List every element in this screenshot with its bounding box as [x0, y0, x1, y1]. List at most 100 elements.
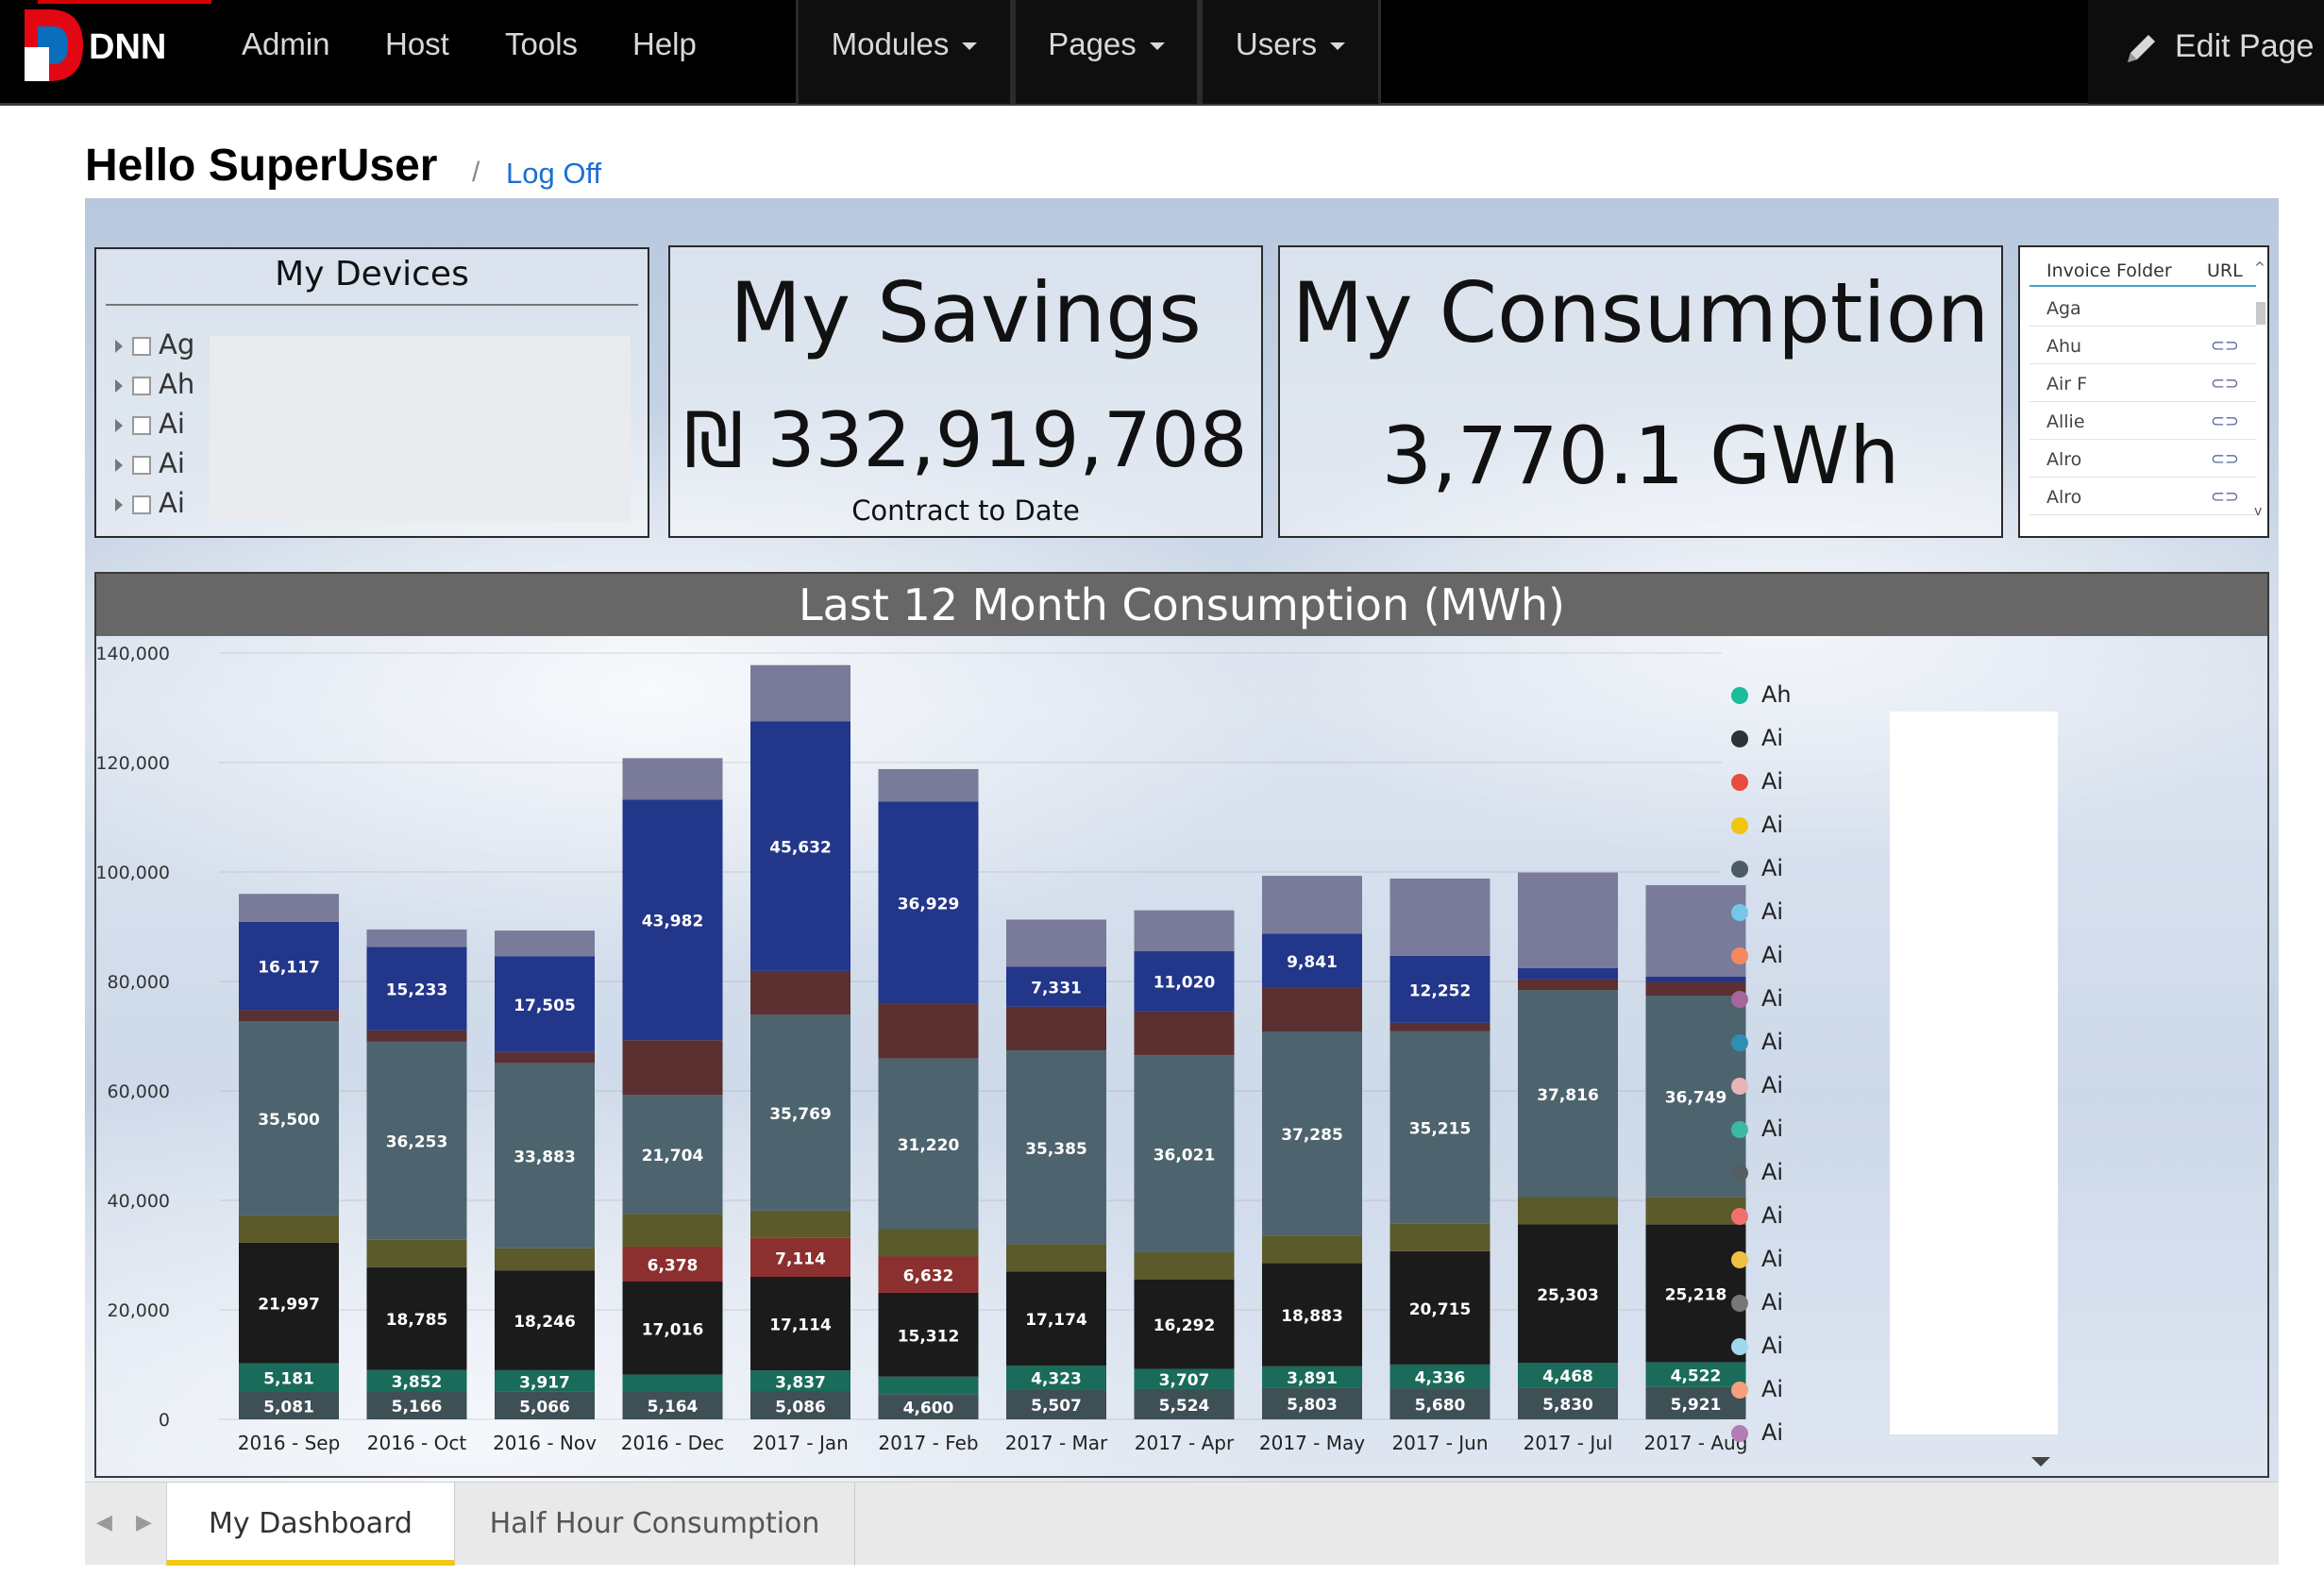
bar-data-label: 5,680 [1415, 1397, 1466, 1416]
link-icon[interactable]: ⊂⊃ [2211, 487, 2239, 507]
legend-item[interactable]: Ai [1731, 855, 1783, 883]
tab-my-dashboard[interactable]: My Dashboard [166, 1483, 455, 1566]
legend-item[interactable]: Ai [1731, 1202, 1783, 1231]
bar-segment [750, 1210, 850, 1238]
bar-segment-other [622, 758, 723, 800]
device-checkbox[interactable] [132, 416, 151, 435]
expand-icon[interactable] [115, 498, 123, 511]
tab-prev-icon[interactable]: ◀ [96, 1511, 112, 1534]
nav-admin[interactable]: Admin [242, 26, 330, 62]
tab-next-icon[interactable]: ▶ [136, 1511, 152, 1534]
savings-card: My Savings ₪ 332,919,708 Contract to Dat… [668, 245, 1263, 538]
link-icon[interactable]: ⊂⊃ [2211, 411, 2239, 431]
invoice-row[interactable]: Allie ⊂⊃ [2029, 402, 2256, 440]
device-checkbox[interactable] [132, 337, 151, 356]
menu-pages-label: Pages [1048, 26, 1137, 61]
invoice-url-header[interactable]: URL [2207, 260, 2243, 281]
bar-data-label: 36,253 [386, 1133, 448, 1152]
scroll-up-icon[interactable]: ^ [2254, 260, 2265, 276]
legend-item[interactable]: Ai [1731, 768, 1783, 796]
invoice-scrollbar[interactable]: ^ v [2254, 260, 2265, 525]
legend-item[interactable]: Ai [1731, 1115, 1783, 1144]
log-off-link[interactable]: Log Off [506, 157, 601, 191]
link-icon[interactable]: ⊂⊃ [2211, 336, 2239, 356]
legend-item[interactable]: Ai [1731, 1419, 1783, 1448]
legend-item[interactable]: Ai [1731, 985, 1783, 1014]
page-tab-bar: ◀ ▶ My Dashboard Half Hour Consumption [85, 1482, 2279, 1566]
device-row[interactable]: Ag [115, 328, 194, 366]
bar-segment [1389, 1022, 1490, 1031]
nav-host[interactable]: Host [385, 26, 449, 62]
bar-segment-other [1389, 878, 1490, 956]
legend-item[interactable]: Ai [1731, 1072, 1783, 1100]
legend-item[interactable]: Ai [1731, 725, 1783, 753]
legend-item[interactable]: Ai [1731, 1376, 1783, 1404]
legend-label: Ai [1761, 1333, 1784, 1359]
legend-label: Ai [1761, 1159, 1784, 1185]
bar-data-label: 25,303 [1537, 1286, 1599, 1305]
invoice-row[interactable]: Aga [2029, 289, 2256, 327]
menu-modules[interactable]: Modules [796, 0, 1013, 104]
invoice-folder-header[interactable]: Invoice Folder [2046, 260, 2172, 281]
device-checkbox[interactable] [132, 377, 151, 395]
x-tick-label: 2016 - Sep [238, 1432, 341, 1454]
legend-label: Ai [1761, 1376, 1784, 1402]
bar-data-label: 9,841 [1287, 953, 1338, 972]
device-checkbox[interactable] [132, 456, 151, 475]
legend-item[interactable]: Ai [1731, 942, 1783, 970]
legend-scroll-down-icon[interactable] [2031, 1457, 2050, 1467]
invoice-row[interactable]: Alro ⊂⊃ [2029, 478, 2256, 515]
device-row[interactable]: Ah [115, 368, 194, 406]
invoice-row[interactable]: Air F ⊂⊃ [2029, 364, 2256, 402]
bar-data-label: 18,246 [514, 1313, 576, 1332]
bar-segment-other [495, 931, 595, 957]
edit-page-button[interactable]: Edit Page [2088, 0, 2324, 104]
devices-card: My Devices Ag Ah Ai Ai Ai [94, 247, 649, 538]
legend-item[interactable]: Ai [1731, 1289, 1783, 1317]
legend-item[interactable]: Ai [1731, 1246, 1783, 1274]
y-tick-label: 80,000 [108, 972, 170, 993]
expand-icon[interactable] [115, 379, 123, 393]
menu-users[interactable]: Users [1200, 0, 1381, 104]
legend-item[interactable]: Ai [1731, 1029, 1783, 1057]
device-row[interactable]: Ai [115, 408, 185, 445]
bar-segment [1006, 1244, 1106, 1272]
chart-body: 0 20,000 40,000 60,000 80,000 100,000 120,000 1… [96, 636, 2267, 1476]
x-tick-label: 2016 - Dec [621, 1432, 725, 1454]
legend-item[interactable]: Ai [1731, 1333, 1783, 1361]
bar-data-label: 36,749 [1665, 1089, 1727, 1108]
legend-item[interactable]: Ai [1731, 1159, 1783, 1187]
nav-tools[interactable]: Tools [505, 26, 578, 62]
menu-pages[interactable]: Pages [1013, 0, 1200, 104]
expand-icon[interactable] [115, 459, 123, 472]
nav-help[interactable]: Help [632, 26, 697, 62]
device-row[interactable]: Ai [115, 447, 185, 485]
legend-item[interactable]: Ai [1731, 898, 1783, 927]
device-row[interactable]: Ai [115, 487, 185, 525]
legend-item[interactable]: Ai [1731, 812, 1783, 840]
bar-data-label: 5,086 [775, 1398, 826, 1417]
invoice-folder-cell: Alro [2046, 487, 2082, 508]
scroll-down-icon[interactable]: v [2254, 504, 2262, 519]
legend-item[interactable]: Ah [1731, 681, 1792, 710]
y-tick-label: 20,000 [108, 1300, 170, 1321]
y-tick-label: 40,000 [108, 1191, 170, 1212]
device-checkbox[interactable] [132, 495, 151, 514]
legend-scroll-area[interactable] [1890, 712, 2058, 1434]
expand-icon[interactable] [115, 340, 123, 353]
tab-half-hour-consumption[interactable]: Half Hour Consumption [455, 1483, 855, 1566]
legend-dot-icon [1731, 1078, 1748, 1095]
bar-data-label: 17,505 [514, 997, 576, 1015]
device-label: Ai [159, 408, 185, 440]
link-icon[interactable]: ⊂⊃ [2211, 374, 2239, 394]
chevron-down-icon [1149, 42, 1165, 51]
dnn-logo[interactable]: DNN [21, 9, 187, 81]
invoice-row[interactable]: Ahu ⊂⊃ [2029, 327, 2256, 364]
bar-data-label: 36,021 [1154, 1147, 1216, 1165]
bar-data-label: 20,715 [1409, 1300, 1472, 1319]
bar-data-label: 3,852 [392, 1373, 443, 1392]
link-icon[interactable]: ⊂⊃ [2211, 449, 2239, 469]
scroll-thumb[interactable] [2256, 302, 2265, 325]
invoice-row[interactable]: Alro ⊂⊃ [2029, 440, 2256, 478]
expand-icon[interactable] [115, 419, 123, 432]
